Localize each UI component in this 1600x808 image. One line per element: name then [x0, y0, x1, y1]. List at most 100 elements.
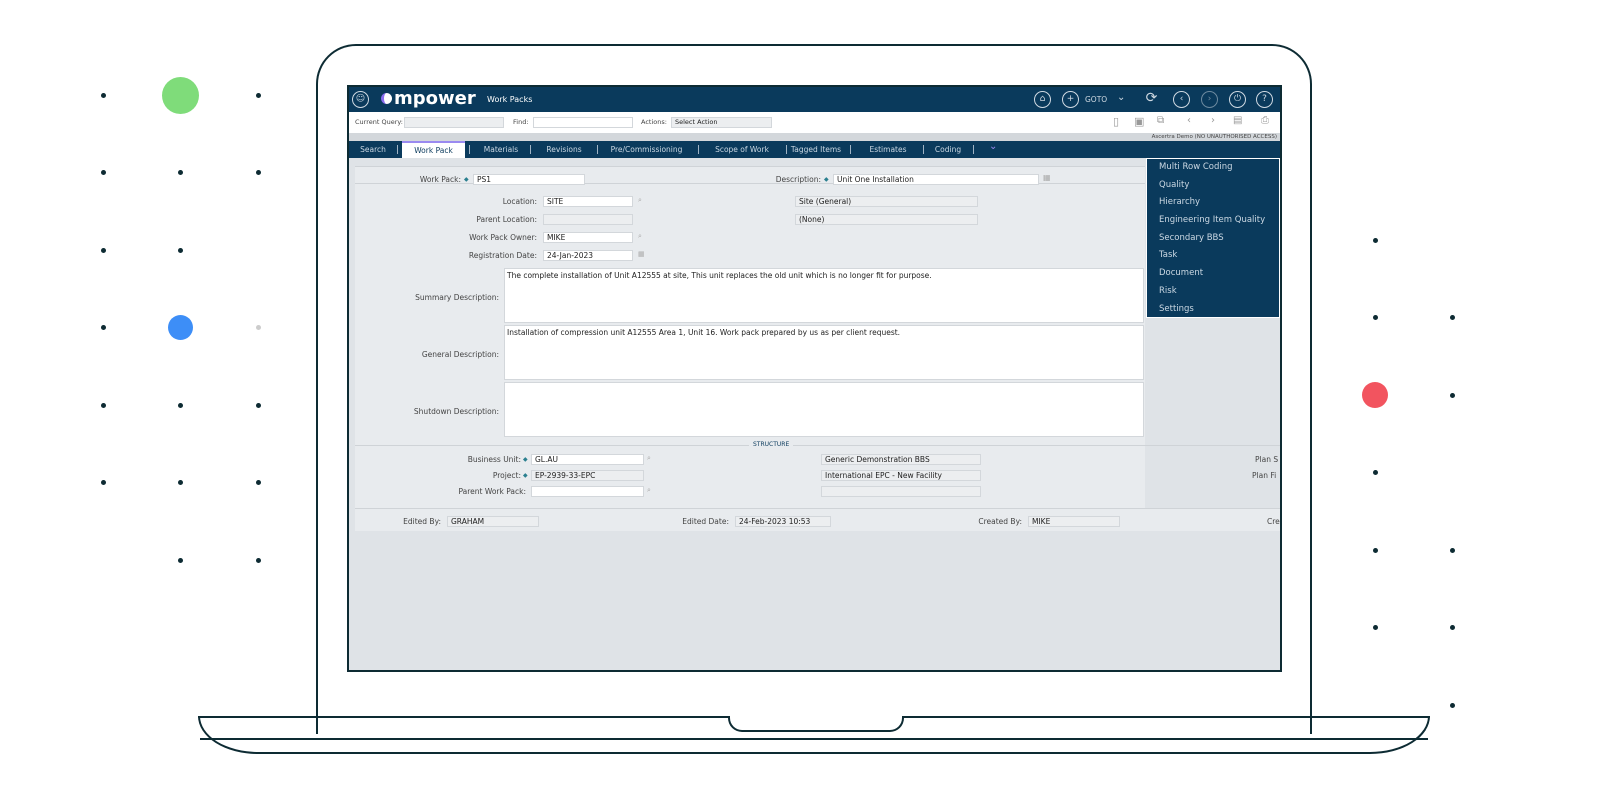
tab-pre-commissioning[interactable]: Pre/Commissioning: [599, 141, 694, 158]
parent-location-field[interactable]: [543, 214, 633, 225]
business-unit-field[interactable]: GL.AU: [531, 454, 644, 465]
new-icon[interactable]: ▯: [1113, 115, 1119, 128]
dot: [1373, 470, 1378, 475]
green-dot: [162, 77, 199, 114]
project-label: Project:: [492, 471, 521, 480]
print-icon[interactable]: ⎙: [1261, 115, 1269, 126]
search-icon[interactable]: ⌕: [638, 232, 642, 241]
shutdown-textarea[interactable]: [504, 382, 1144, 437]
plan-finish-label: Plan Fi: [1252, 471, 1277, 480]
module-title: Work Packs: [487, 95, 533, 104]
dot: [1373, 238, 1378, 243]
summary-label: Summary Description:: [415, 293, 499, 302]
location-field[interactable]: SITE: [543, 196, 633, 207]
tab-materials[interactable]: Materials: [476, 141, 526, 158]
tab-bar: Search Work Pack Materials Revisions Pre/Com…: [349, 141, 1280, 158]
find-input[interactable]: [533, 117, 633, 128]
dot: [1450, 393, 1455, 398]
dot: [256, 325, 261, 330]
calendar-icon[interactable]: ▦: [638, 250, 645, 258]
tab-tagged-items[interactable]: Tagged Items: [786, 141, 846, 158]
home-icon[interactable]: ⌂: [1034, 91, 1051, 108]
prev-record-icon[interactable]: ‹: [1187, 115, 1191, 126]
refresh-icon[interactable]: ⟳: [1143, 91, 1160, 108]
link-icon[interactable]: ⧉: [1157, 115, 1164, 126]
logo-text: mpower: [394, 88, 476, 109]
menu-item[interactable]: Settings: [1147, 301, 1279, 319]
actions-label: Actions:: [641, 118, 667, 126]
current-query-select[interactable]: [404, 117, 504, 128]
tab-search[interactable]: Search: [353, 141, 393, 158]
search-icon[interactable]: ⌕: [638, 196, 642, 205]
blue-dot: [168, 315, 193, 340]
menu-item[interactable]: Quality: [1147, 177, 1279, 195]
tab-separator: [469, 145, 470, 154]
dot: [178, 480, 183, 485]
dot: [1373, 548, 1378, 553]
goto-label[interactable]: GOTO: [1085, 95, 1107, 104]
edited-date-label: Edited Date:: [682, 517, 729, 526]
tab-coding[interactable]: Coding: [927, 141, 969, 158]
general-textarea[interactable]: Installation of compression unit A12555 …: [504, 325, 1144, 380]
required-icon: ◆: [464, 176, 469, 183]
registration-date-field[interactable]: 24-Jan-2023: [543, 250, 633, 261]
parent-work-pack-field[interactable]: [531, 486, 644, 497]
save-icon[interactable]: ▣: [1134, 115, 1144, 128]
actions-select[interactable]: Select Action: [671, 117, 772, 128]
dot: [256, 480, 261, 485]
owner-field[interactable]: MIKE: [543, 232, 633, 243]
help-icon[interactable]: ?: [1256, 91, 1273, 108]
menu-item[interactable]: Engineering Item Quality: [1147, 212, 1279, 230]
report-icon[interactable]: ▤: [1233, 115, 1242, 126]
dot: [178, 170, 183, 175]
project-field[interactable]: EP-2939-33-EPC: [531, 470, 644, 481]
goto-icon[interactable]: +: [1062, 91, 1079, 108]
work-pack-field[interactable]: PS1: [473, 174, 585, 185]
laptop-base: [198, 716, 1430, 754]
dot: [101, 403, 106, 408]
description-field[interactable]: Unit One Installation: [833, 174, 1039, 185]
dot: [256, 170, 261, 175]
calendar-icon[interactable]: ▦: [1043, 173, 1051, 182]
menu-item[interactable]: Document: [1147, 265, 1279, 283]
menu-item[interactable]: Secondary BBS: [1147, 230, 1279, 248]
business-unit-description: Generic Demonstration BBS: [821, 454, 981, 465]
menu-item[interactable]: Multi Row Coding: [1147, 159, 1279, 177]
menu-item[interactable]: Hierarchy: [1147, 194, 1279, 212]
parent-work-pack-description: [821, 486, 981, 497]
power-icon[interactable]: ⏻: [1229, 91, 1246, 108]
find-label: Find:: [513, 118, 529, 126]
next-record-icon[interactable]: ›: [1211, 115, 1215, 126]
tab-separator: [850, 145, 851, 154]
dot: [1373, 625, 1378, 630]
dot: [256, 558, 261, 563]
work-pack-label: Work Pack:: [419, 175, 461, 184]
back-icon[interactable]: ‹: [1173, 91, 1190, 108]
menu-item[interactable]: Task: [1147, 247, 1279, 265]
tab-estimates[interactable]: Estimates: [857, 141, 919, 158]
more-tabs-icon[interactable]: ⌄: [989, 141, 997, 152]
tab-work-pack[interactable]: Work Pack: [402, 141, 465, 158]
user-icon[interactable]: ☺: [352, 91, 369, 108]
chevron-down-icon[interactable]: ⌄: [1117, 92, 1125, 103]
general-label: General Description:: [421, 350, 499, 359]
dot: [256, 403, 261, 408]
dot: [1450, 548, 1455, 553]
edited-by-label: Edited By:: [403, 517, 441, 526]
required-icon: ◆: [824, 176, 829, 183]
parent-location-label: Parent Location:: [476, 215, 537, 224]
summary-textarea[interactable]: The complete installation of Unit A12555…: [504, 268, 1144, 323]
tab-revisions[interactable]: Revisions: [535, 141, 593, 158]
dot: [1450, 703, 1455, 708]
search-icon[interactable]: ⌕: [647, 486, 651, 495]
tab-separator: [698, 145, 699, 154]
dot: [101, 170, 106, 175]
tab-scope-of-work[interactable]: Scope of Work: [702, 141, 782, 158]
menu-item[interactable]: Risk: [1147, 283, 1279, 301]
dot: [178, 558, 183, 563]
forward-icon[interactable]: ›: [1201, 91, 1218, 108]
search-icon[interactable]: ⌕: [647, 454, 651, 463]
tab-separator: [530, 145, 531, 154]
dot: [101, 325, 106, 330]
business-unit-label: Business Unit:: [467, 455, 521, 464]
